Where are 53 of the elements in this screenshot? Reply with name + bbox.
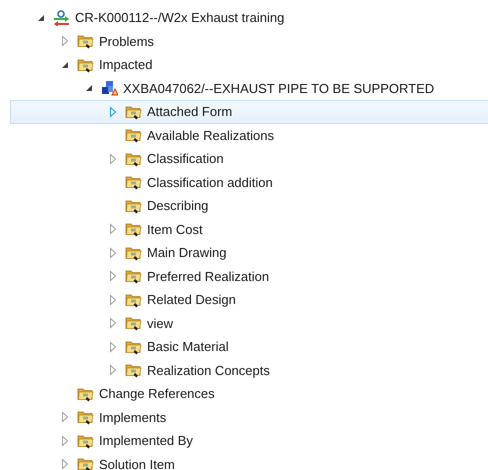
collapsed-arrow-icon[interactable]: [107, 294, 119, 306]
collapsed-arrow-icon[interactable]: [59, 35, 71, 48]
tree-item[interactable]: Classification: [10, 147, 488, 170]
folder-icon: [77, 456, 94, 470]
blocks-icon: [101, 80, 118, 96]
tree-item[interactable]: Change References: [10, 382, 488, 406]
tree-item[interactable]: Implements: [10, 406, 488, 429]
collapsed-arrow-icon[interactable]: [107, 106, 119, 118]
tree-item[interactable]: Item Cost: [10, 218, 488, 241]
folder-icon: [125, 268, 142, 284]
folder-icon: [77, 33, 94, 50]
collapsed-arrow-icon[interactable]: [107, 340, 119, 353]
collapsed-arrow-icon[interactable]: [107, 317, 119, 330]
tree-item[interactable]: Realization Concepts: [10, 358, 488, 382]
tree-item[interactable]: CR-K000112--/W2x Exhaust training: [10, 6, 488, 30]
tree-item[interactable]: Classification addition: [10, 170, 488, 194]
collapsed-arrow-icon[interactable]: [59, 458, 71, 470]
folder-icon: [125, 174, 142, 190]
folder-icon: [125, 198, 142, 214]
tree-item[interactable]: Available Realizations: [10, 124, 488, 147]
folder-icon: [77, 386, 94, 402]
folder-icon: [77, 432, 94, 449]
tree-item[interactable]: Related Design: [10, 288, 488, 312]
tree-item[interactable]: Impacted: [10, 53, 488, 76]
collapsed-arrow-icon[interactable]: [59, 411, 71, 424]
collapsed-arrow-icon[interactable]: [107, 270, 119, 282]
collapsed-arrow-icon[interactable]: [107, 364, 119, 376]
folder-icon: [125, 338, 142, 355]
tree-item[interactable]: Attached Form: [10, 100, 488, 124]
folder-icon: [125, 362, 142, 378]
folder-icon: [125, 221, 142, 238]
folder-icon: [125, 127, 142, 144]
collapsed-arrow-icon[interactable]: [107, 246, 119, 259]
tree-item[interactable]: Main Drawing: [10, 241, 488, 264]
folder-icon: [77, 56, 94, 73]
collapsed-arrow-icon[interactable]: [107, 223, 119, 236]
collapsed-arrow-icon[interactable]: [59, 434, 71, 447]
folder-icon: [125, 150, 142, 167]
swap-arrows-icon: [53, 10, 70, 26]
folder-icon: [125, 244, 142, 261]
tree-item[interactable]: view: [10, 312, 488, 335]
tree-item[interactable]: Preferred Realization: [10, 264, 488, 288]
tree-item[interactable]: Problems: [10, 30, 488, 53]
folder-icon: [125, 292, 142, 308]
tree-item[interactable]: Solution Item: [10, 452, 488, 470]
folder-icon: [77, 409, 94, 426]
folder-icon: [125, 104, 142, 120]
folder-icon: [125, 315, 142, 332]
tree-item[interactable]: Describing: [10, 194, 488, 218]
tree-item[interactable]: Basic Material: [10, 335, 488, 358]
tree-item[interactable]: XXBA047062/--EXHAUST PIPE TO BE SUPPORTED: [10, 76, 488, 100]
collapsed-arrow-icon[interactable]: [107, 152, 119, 165]
tree-item[interactable]: Implemented By: [10, 429, 488, 452]
